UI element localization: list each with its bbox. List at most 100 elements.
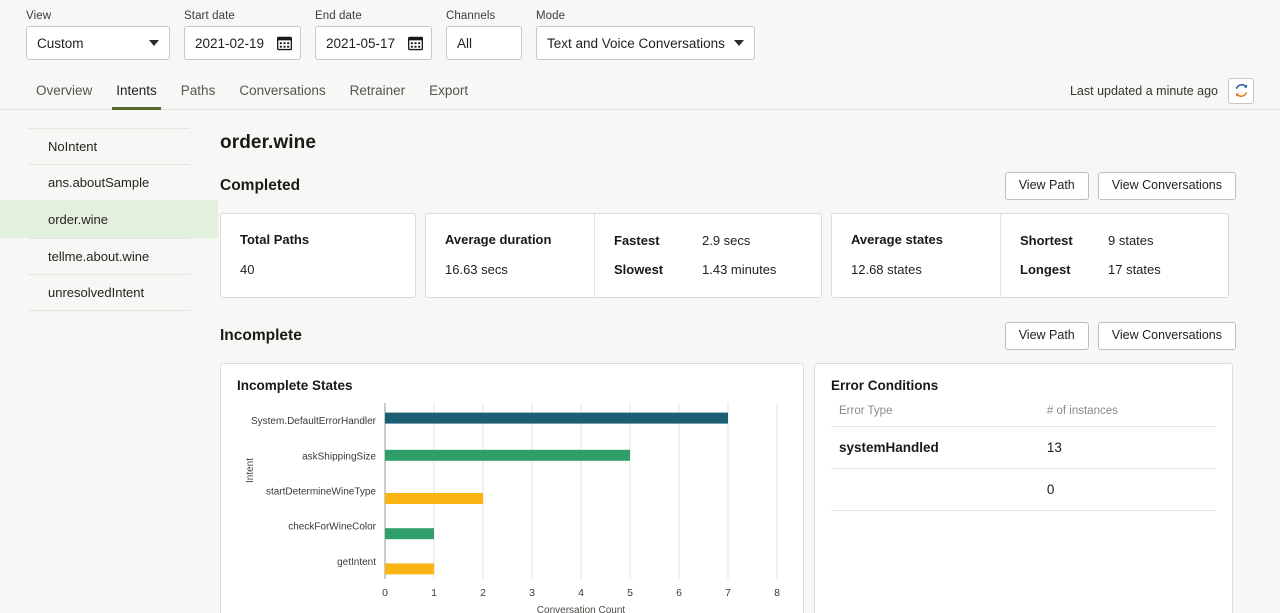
view-field: View Custom <box>26 10 170 60</box>
completed-title: Completed <box>220 177 300 195</box>
channels-value: All <box>457 36 472 51</box>
average-states-value: 12.68 states <box>851 262 1000 277</box>
longest-value: 17 states <box>1108 262 1161 277</box>
view-value: Custom <box>37 36 84 51</box>
tab-label: Retrainer <box>350 83 406 98</box>
calendar-icon[interactable] <box>277 35 292 51</box>
view-select[interactable]: Custom <box>26 26 170 60</box>
view-label: View <box>26 10 170 22</box>
tab-intents[interactable]: Intents <box>106 72 167 109</box>
completed-section-header: Completed View Path View Conversations <box>220 172 1236 200</box>
completed-stat-cards: Total Paths 40 Average duration 16.63 se… <box>220 213 1236 298</box>
chart-x-tick: 1 <box>431 587 437 599</box>
chart-bar[interactable] <box>385 528 434 539</box>
incomplete-states-title: Incomplete States <box>237 378 787 393</box>
sidebar-item-label: unresolvedIntent <box>48 285 144 300</box>
mode-value: Text and Voice Conversations <box>547 36 725 51</box>
total-paths-label: Total Paths <box>240 232 415 247</box>
refresh-icon <box>1234 83 1249 98</box>
sidebar-list-divider <box>28 310 190 311</box>
chart-x-tick: 6 <box>676 587 682 599</box>
shortest-row: Shortest 9 states <box>1020 233 1228 248</box>
error-conditions-title: Error Conditions <box>831 378 1216 393</box>
chart-category-label: System.DefaultErrorHandler <box>251 416 377 427</box>
tab-overview[interactable]: Overview <box>26 72 102 109</box>
mode-field: Mode Text and Voice Conversations <box>536 10 755 60</box>
incomplete-view-path-button[interactable]: View Path <box>1005 322 1089 350</box>
sidebar-item-ans-aboutsample[interactable]: ans.aboutSample <box>28 164 190 200</box>
table-row[interactable]: systemHandled 13 <box>831 427 1216 469</box>
chart-bar[interactable] <box>385 413 728 424</box>
completed-view-conversations-button[interactable]: View Conversations <box>1098 172 1236 200</box>
tab-export[interactable]: Export <box>419 72 478 109</box>
tab-retrainer[interactable]: Retrainer <box>340 72 416 109</box>
sidebar-item-unresolvedintent[interactable]: unresolvedIntent <box>28 274 190 310</box>
incomplete-states-chart: Intent System.DefaultErrorHandleraskShip… <box>237 399 789 613</box>
chart-x-tick: 8 <box>774 587 780 599</box>
completed-actions: View Path View Conversations <box>1005 172 1236 200</box>
incomplete-title: Incomplete <box>220 327 302 345</box>
chart-x-tick: 7 <box>725 587 731 599</box>
duration-card: Average duration 16.63 secs Fastest 2.9 … <box>425 213 822 298</box>
end-date-input[interactable]: 2021-05-17 <box>315 26 432 60</box>
chart-x-tick: 5 <box>627 587 633 599</box>
chart-x-tick: 4 <box>578 587 584 599</box>
fastest-row: Fastest 2.9 secs <box>614 233 821 248</box>
chart-bar[interactable] <box>385 563 434 574</box>
tab-conversations[interactable]: Conversations <box>229 72 335 109</box>
start-date-value: 2021-02-19 <box>195 36 264 51</box>
channels-label: Channels <box>446 10 522 22</box>
average-duration-label: Average duration <box>445 232 594 247</box>
page-body: NoIntent ans.aboutSample order.wine tell… <box>0 110 1280 585</box>
channels-input[interactable]: All <box>446 26 522 60</box>
sidebar-item-label: order.wine <box>48 212 108 227</box>
last-updated-text: Last updated a minute ago <box>1070 84 1218 98</box>
chart-x-tick: 3 <box>529 587 535 599</box>
chart-bar[interactable] <box>385 493 483 504</box>
intent-sidebar: NoIntent ans.aboutSample order.wine tell… <box>0 110 218 585</box>
col-error-type: Error Type <box>831 399 1039 427</box>
incomplete-view-conversations-button[interactable]: View Conversations <box>1098 322 1236 350</box>
bar-chart-svg: System.DefaultErrorHandleraskShippingSiz… <box>237 399 789 613</box>
states-card: Average states 12.68 states Shortest 9 s… <box>831 213 1229 298</box>
instances-cell: 0 <box>1039 469 1216 511</box>
sidebar-item-label: ans.aboutSample <box>48 175 149 190</box>
sidebar-item-nointent[interactable]: NoIntent <box>28 128 190 164</box>
tab-label: Conversations <box>239 83 325 98</box>
tab-label: Export <box>429 83 468 98</box>
slowest-value: 1.43 minutes <box>702 262 776 277</box>
tab-label: Intents <box>116 83 157 98</box>
calendar-icon[interactable] <box>408 35 423 51</box>
states-extremes-col: Shortest 9 states Longest 17 states <box>1000 214 1228 297</box>
mode-select[interactable]: Text and Voice Conversations <box>536 26 755 60</box>
start-date-label: Start date <box>184 10 301 22</box>
refresh-button[interactable] <box>1228 78 1254 104</box>
sidebar-item-label: NoIntent <box>48 139 97 154</box>
error-table-head: Error Type # of instances <box>831 399 1216 427</box>
start-date-input[interactable]: 2021-02-19 <box>184 26 301 60</box>
duration-extremes-col: Fastest 2.9 secs Slowest 1.43 minutes <box>594 214 821 297</box>
tab-label: Paths <box>181 83 216 98</box>
average-duration-value: 16.63 secs <box>445 262 594 277</box>
chart-category-label: getIntent <box>337 557 376 568</box>
sidebar-item-label: tellme.about.wine <box>48 249 149 264</box>
slowest-label: Slowest <box>614 262 702 277</box>
chevron-down-icon <box>734 40 744 46</box>
chart-bar[interactable] <box>385 450 630 461</box>
sidebar-item-tellme-about-wine[interactable]: tellme.about.wine <box>28 238 190 274</box>
channels-field: Channels All <box>446 10 522 60</box>
completed-view-path-button[interactable]: View Path <box>1005 172 1089 200</box>
error-type-cell: systemHandled <box>831 427 1039 469</box>
incomplete-panels: Incomplete States Intent System.DefaultE… <box>220 363 1236 613</box>
col-instances: # of instances <box>1039 399 1216 427</box>
tab-paths[interactable]: Paths <box>171 72 226 109</box>
table-row[interactable]: 0 <box>831 469 1216 511</box>
incomplete-actions: View Path View Conversations <box>1005 322 1236 350</box>
main-content: order.wine Completed View Path View Conv… <box>218 110 1280 585</box>
slowest-row: Slowest 1.43 minutes <box>614 262 821 277</box>
total-paths-value: 40 <box>240 262 415 277</box>
chart-x-tick: 0 <box>382 587 388 599</box>
sidebar-item-order-wine[interactable]: order.wine <box>0 200 218 238</box>
error-conditions-panel: Error Conditions Error Type # of instanc… <box>814 363 1233 613</box>
tab-bar-right: Last updated a minute ago <box>1070 78 1254 104</box>
